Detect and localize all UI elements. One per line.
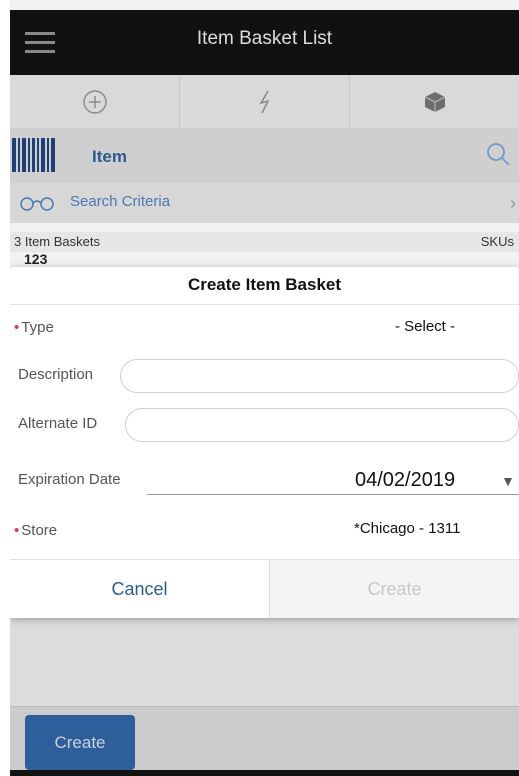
- inventory-tab[interactable]: [350, 75, 519, 128]
- alternate-id-field[interactable]: [125, 408, 519, 442]
- dialog-button-row: Cancel Create: [10, 559, 519, 618]
- bottom-edge: [10, 770, 519, 776]
- dropdown-arrow-icon[interactable]: ▼: [501, 473, 515, 489]
- date-underline: [147, 494, 519, 495]
- search-criteria-label: Search Criteria: [70, 193, 171, 210]
- required-marker: •: [14, 522, 20, 539]
- cancel-button[interactable]: Cancel: [10, 560, 270, 618]
- dialog-title: Create Item Basket: [187, 275, 342, 294]
- search-icon[interactable]: [485, 141, 511, 167]
- type-label-text: Type: [21, 319, 54, 336]
- type-label: • Type: [14, 319, 54, 336]
- footer-create-button[interactable]: Create: [25, 715, 135, 770]
- store-label: • Store: [14, 522, 57, 539]
- list-summary: 3 Item Baskets SKUs: [10, 232, 519, 252]
- top-bar: Item Basket List: [10, 10, 519, 75]
- lightning-icon: [258, 90, 269, 113]
- list-background: [10, 615, 519, 710]
- cube-icon: [424, 91, 445, 112]
- glasses-icon: [20, 197, 54, 211]
- search-criteria-row[interactable]: Search Criteria ›: [10, 183, 519, 223]
- expiration-date-field[interactable]: 04/02/2019: [355, 469, 455, 492]
- basket-count: 3 Item Baskets: [14, 234, 100, 249]
- skus-header: SKUs: [480, 234, 514, 249]
- required-marker: •: [14, 319, 20, 336]
- expiration-date-label: Expiration Date: [18, 471, 121, 488]
- type-select[interactable]: - Select -: [395, 318, 455, 335]
- store-label-text: Store: [21, 522, 58, 539]
- description-label: Description: [18, 366, 94, 383]
- dialog-divider: [10, 304, 519, 305]
- barcode-icon[interactable]: [12, 138, 56, 172]
- store-value[interactable]: *Chicago - 1311: [354, 520, 460, 537]
- description-field[interactable]: [120, 359, 519, 393]
- quick-action-tab[interactable]: [180, 75, 350, 128]
- create-button[interactable]: Create: [270, 560, 519, 618]
- list-item-peek: 123: [24, 251, 48, 267]
- plus-circle-icon: [82, 89, 107, 114]
- create-item-basket-dialog: Create Item Basket • Type - Select - Desc…: [10, 267, 519, 618]
- action-tab-bar: [10, 75, 519, 128]
- chevron-right-icon: ›: [510, 193, 516, 213]
- alternate-id-label: Alternate ID: [18, 415, 98, 432]
- app-frame: Item Basket List Item Search Criteria › …: [10, 0, 519, 776]
- bottom-bar: Create: [10, 706, 519, 776]
- item-scan-row[interactable]: Item: [10, 128, 519, 183]
- item-label: Item: [92, 147, 127, 166]
- add-tab[interactable]: [10, 75, 180, 128]
- page-title: Item Basket List: [196, 28, 333, 49]
